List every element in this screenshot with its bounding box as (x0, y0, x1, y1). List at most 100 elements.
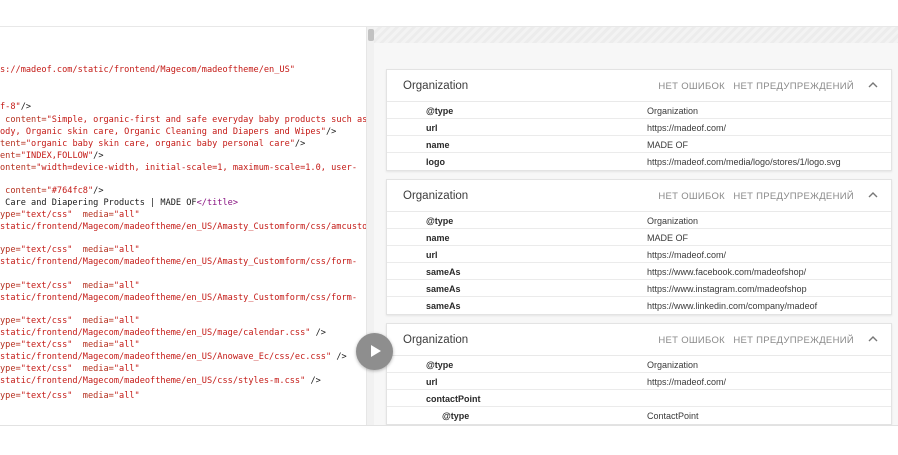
card-header[interactable]: Organization НЕТ ОШИБОК НЕТ ПРЕДУПРЕЖДЕН… (387, 324, 891, 356)
code-token: ype= (0, 281, 21, 291)
code-line: ontent="width=device-width, initial-scal… (0, 162, 357, 174)
code-token: "all" (113, 340, 140, 350)
code-line: ype="text/css" media="all" (0, 390, 140, 402)
code-line: Care and Diapering Products | MADE OF</t… (0, 197, 238, 209)
code-token: f-8" (0, 102, 21, 112)
code-token: media= (72, 316, 114, 326)
code-line: ype="text/css" media="all" (0, 244, 140, 256)
card-header[interactable]: Organization НЕТ ОШИБОК НЕТ ПРЕДУПРЕЖДЕН… (387, 180, 891, 212)
property-value[interactable]: https://www.instagram.com/madeofshop (647, 284, 807, 294)
property-key: @type (442, 411, 470, 421)
property-value: https://madeof.com/ (647, 250, 727, 260)
property-key: @type (426, 216, 454, 226)
code-line: ype="text/css" media="all" (0, 209, 140, 221)
code-token: ype= (0, 316, 21, 326)
code-token: /> (294, 139, 306, 149)
property-value: https://madeof.com/media/logo/stores/1/l… (647, 157, 841, 167)
property-row: sameAs https://www.instagram.com/madeofsh… (387, 280, 891, 297)
code-token: "all" (113, 210, 140, 220)
code-line: static/frontend/Magecom/madeoftheme/en_U… (0, 221, 366, 233)
property-row: sameAs https://www.facebook.com/madeofsho… (387, 263, 891, 280)
card-title: Organization (403, 80, 469, 92)
code-token: "all" (113, 364, 140, 374)
code-token: ype= (0, 391, 21, 401)
code-token: "organic baby skin care, organic baby pe… (25, 139, 295, 149)
property-key: logo (426, 157, 445, 167)
property-value: Organization (647, 360, 699, 370)
code-line: tent="organic baby skin care, organic ba… (0, 138, 305, 150)
property-row: name MADE OF (387, 229, 891, 246)
code-token: /> (325, 127, 337, 137)
property-value[interactable]: https://www.facebook.com/madeofshop/ (647, 267, 806, 277)
property-key: name (426, 233, 450, 243)
property-value: Organization (647, 106, 699, 116)
code-token: static/frontend/Magecom/madeoftheme/en_U… (0, 376, 306, 386)
errors-status: НЕТ ОШИБОК (658, 191, 725, 202)
card-header[interactable]: Organization НЕТ ОШИБОК НЕТ ПРЕДУПРЕЖДЕН… (387, 70, 891, 102)
chevron-up-icon[interactable] (865, 77, 881, 93)
code-token: "Simple, organic-first and safe everyday… (46, 115, 366, 125)
code-token: tent= (0, 139, 26, 149)
code-line: s://madeof.com/static/frontend/Magecom/m… (0, 64, 295, 76)
code-token: static/frontend/Magecom/madeoftheme/en_U… (0, 328, 311, 338)
code-token: content= (0, 186, 47, 196)
code-token: media= (72, 245, 114, 255)
code-token: "all" (113, 391, 140, 401)
code-token: "all" (113, 281, 140, 291)
result-card-organization-1: Organization НЕТ ОШИБОК НЕТ ПРЕДУПРЕЖДЕН… (386, 69, 892, 171)
property-key: @type (426, 360, 454, 370)
code-line: content="#764fc8"/> (0, 185, 104, 197)
code-token: "all" (113, 316, 140, 326)
card-title: Organization (403, 190, 469, 202)
code-token: "text/css" (20, 316, 73, 326)
code-token: "text/css" (20, 364, 73, 374)
play-button[interactable] (356, 333, 393, 370)
property-row: logo https://madeof.com/media/logo/stores… (387, 153, 891, 170)
property-list: @type Organization url https://madeof.com/… (387, 356, 891, 424)
code-token: "all" (113, 245, 140, 255)
property-list: @type Organization url https://madeof.com/… (387, 102, 891, 170)
code-token: ent= (0, 151, 21, 161)
code-token: static/frontend/Magecom/madeoftheme/en_U… (0, 293, 357, 303)
code-token: /> (93, 186, 104, 196)
property-value: https://madeof.com/ (647, 123, 727, 133)
code-token: ype= (0, 364, 21, 374)
chevron-up-icon[interactable] (865, 187, 881, 203)
code-line: f-8"/> (0, 101, 31, 113)
code-line: static/frontend/Magecom/madeoftheme/en_U… (0, 375, 321, 387)
code-token: ype= (0, 210, 21, 220)
code-token: static/frontend/Magecom/madeoftheme/en_U… (0, 352, 332, 362)
play-icon (371, 345, 381, 357)
code-token: ype= (0, 340, 21, 350)
property-key: name (426, 140, 450, 150)
code-token: "text/css" (20, 245, 73, 255)
property-row: name MADE OF (387, 136, 891, 153)
code-token: </title> (196, 198, 239, 208)
chevron-up-icon[interactable] (865, 331, 881, 347)
property-key: url (426, 250, 438, 260)
code-token: media= (72, 210, 114, 220)
structured-data-results: Organization НЕТ ОШИБОК НЕТ ПРЕДУПРЕЖДЕН… (374, 27, 898, 425)
property-key: @type (426, 106, 454, 116)
code-line: ent="INDEX,FOLLOW"/> (0, 150, 104, 162)
code-line: ype="text/css" media="all" (0, 339, 140, 351)
code-token: media= (72, 281, 114, 291)
code-token: "INDEX,FOLLOW" (20, 151, 94, 161)
code-token: /> (93, 151, 104, 161)
property-value[interactable]: https://www.linkedin.com/company/madeof (647, 301, 817, 311)
code-token: static/frontend/Magecom/madeoftheme/en_U… (0, 222, 366, 232)
code-token: /> (305, 376, 321, 386)
code-token: "text/css" (20, 281, 73, 291)
code-token: static/frontend/Magecom/madeoftheme/en_U… (0, 257, 357, 267)
warnings-status: НЕТ ПРЕДУПРЕЖДЕНИЙ (733, 81, 854, 92)
property-row: @type Organization (387, 356, 891, 373)
property-row: url https://madeof.com/ (387, 373, 891, 390)
code-token: ype= (0, 245, 21, 255)
code-line: content="Simple, organic-first and safe … (0, 114, 366, 126)
code-token: media= (72, 340, 114, 350)
property-key: url (426, 123, 438, 133)
code-token: content= (0, 115, 47, 125)
source-code-view[interactable]: s://madeof.com/static/frontend/Magecom/m… (0, 27, 366, 425)
result-card-organization-2: Organization НЕТ ОШИБОК НЕТ ПРЕДУПРЕЖДЕН… (386, 179, 892, 315)
property-key: url (426, 377, 438, 387)
